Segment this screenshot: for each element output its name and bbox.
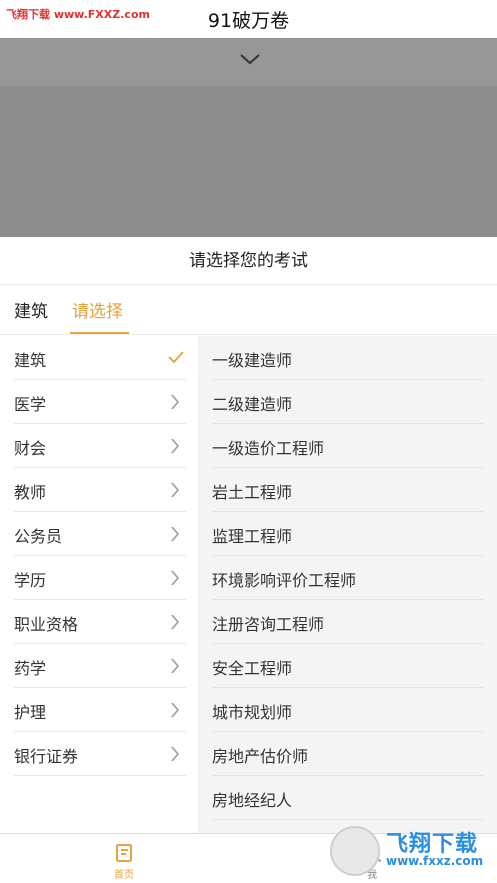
- breadcrumb: 建筑 请选择: [0, 285, 497, 335]
- chevron-right-icon: [171, 746, 179, 762]
- category-label: 建筑: [14, 351, 47, 370]
- category-item[interactable]: 职业资格: [14, 600, 186, 644]
- dim-overlay[interactable]: [0, 38, 497, 237]
- exam-label: 一级造价工程师: [212, 439, 325, 458]
- chevron-right-icon: [171, 394, 179, 410]
- category-label: 银行证券: [14, 747, 79, 766]
- category-item[interactable]: 建筑: [14, 336, 186, 380]
- chevron-right-icon: [171, 614, 179, 630]
- exam-item[interactable]: 环境影响评价工程师: [212, 556, 484, 600]
- exam-label: 房地经纪人: [212, 791, 293, 810]
- breadcrumb-level-1[interactable]: 建筑: [14, 297, 48, 322]
- category-item[interactable]: 医学: [14, 380, 186, 424]
- exam-label: 房地产估价师: [212, 747, 309, 766]
- tab-home[interactable]: 首页: [84, 834, 164, 883]
- exam-label: 注册咨询工程师: [212, 615, 325, 634]
- category-item[interactable]: 银行证券: [14, 732, 186, 776]
- exam-item[interactable]: 一级造价工程师: [212, 424, 484, 468]
- exam-item[interactable]: 安全工程师: [212, 644, 484, 688]
- exam-label: 安全工程师: [212, 659, 293, 678]
- picker-lists: 建筑 医学 财会 教师 公务员 学历 职业资格 药学 护理 银行证券 一级建造师…: [0, 336, 497, 833]
- watermark-logo: 飞翔下载 www.fxxz.com: [330, 822, 490, 880]
- breadcrumb-active-indicator: [70, 332, 129, 334]
- category-label: 财会: [14, 439, 47, 458]
- category-item[interactable]: 护理: [14, 688, 186, 732]
- category-label: 公务员: [14, 527, 63, 546]
- exam-item[interactable]: 房地产估价师: [212, 732, 484, 776]
- check-icon: [168, 351, 184, 364]
- chevron-right-icon: [171, 438, 179, 454]
- category-label: 护理: [14, 703, 47, 722]
- category-label: 医学: [14, 395, 47, 414]
- tab-home-label: 首页: [114, 870, 134, 881]
- chevron-right-icon: [171, 702, 179, 718]
- home-book-icon: [116, 844, 132, 862]
- exam-label: 岩土工程师: [212, 483, 293, 502]
- exam-item[interactable]: 房地经纪人: [212, 776, 484, 820]
- category-item[interactable]: 财会: [14, 424, 186, 468]
- category-label: 学历: [14, 571, 47, 590]
- chevron-down-icon[interactable]: [239, 52, 261, 66]
- exam-label: 监理工程师: [212, 527, 293, 546]
- category-label: 教师: [14, 483, 47, 502]
- sheet-title: 请选择您的考试: [0, 237, 497, 285]
- exam-item[interactable]: 监理工程师: [212, 512, 484, 556]
- exam-item[interactable]: 一级建造师: [212, 336, 484, 380]
- category-item[interactable]: 公务员: [14, 512, 186, 556]
- chevron-right-icon: [171, 570, 179, 586]
- exam-picker-sheet: 请选择您的考试 建筑 请选择 建筑 医学 财会 教师 公务员 学历 职业资格 药…: [0, 237, 497, 833]
- category-label: 药学: [14, 659, 47, 678]
- breadcrumb-level-2[interactable]: 请选择: [72, 297, 123, 322]
- watermark-logo-url: www.fxxz.com: [386, 854, 484, 868]
- status-bar: 飞翔下载 www.FXXZ.com 91破万卷: [0, 0, 497, 38]
- exam-label: 环境影响评价工程师: [212, 571, 357, 590]
- chevron-right-icon: [171, 526, 179, 542]
- exam-item[interactable]: 城市规划师: [212, 688, 484, 732]
- exam-list: 一级建造师 二级建造师 一级造价工程师 岩土工程师 监理工程师 环境影响评价工程…: [198, 336, 497, 833]
- chevron-right-icon: [171, 482, 179, 498]
- app-title: 91破万卷: [207, 10, 290, 32]
- category-item[interactable]: 药学: [14, 644, 186, 688]
- exam-label: 城市规划师: [212, 703, 293, 722]
- category-list: 建筑 医学 财会 教师 公务员 学历 职业资格 药学 护理 银行证券: [0, 336, 198, 833]
- exam-item[interactable]: 注册咨询工程师: [212, 600, 484, 644]
- exam-label: 二级建造师: [212, 395, 293, 414]
- exam-item[interactable]: 二级建造师: [212, 380, 484, 424]
- chevron-right-icon: [171, 658, 179, 674]
- exam-item[interactable]: 岩土工程师: [212, 468, 484, 512]
- exam-label: 一级建造师: [212, 351, 293, 370]
- category-item[interactable]: 教师: [14, 468, 186, 512]
- category-item[interactable]: 学历: [14, 556, 186, 600]
- watermark-logo-icon: [330, 826, 380, 876]
- category-label: 职业资格: [14, 615, 79, 634]
